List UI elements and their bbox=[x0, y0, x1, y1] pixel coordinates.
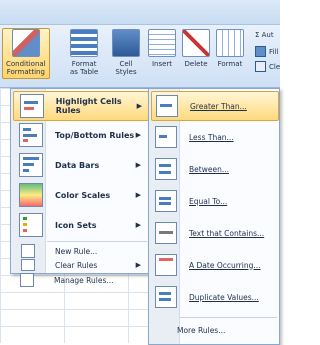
icon-sets-icon bbox=[19, 213, 43, 237]
between-icon bbox=[155, 158, 177, 180]
delete-label: Delete bbox=[184, 60, 208, 68]
conditional-formatting-icon bbox=[11, 29, 40, 57]
menu-item-color-scales[interactable]: Color Scales ▶ bbox=[13, 181, 147, 209]
top-bottom-icon bbox=[19, 123, 43, 147]
submenu-item-more-rules[interactable]: More Rules... bbox=[151, 319, 277, 341]
autosum-label: Σ Aut bbox=[255, 31, 274, 39]
submenu-arrow-icon: ▶ bbox=[135, 261, 141, 269]
data-bars-icon bbox=[19, 153, 43, 177]
menu-item-label: Top/Bottom Rules bbox=[55, 130, 135, 140]
title-bar bbox=[0, 0, 280, 25]
menu-item-clear-rules[interactable]: Clear Rules ▶ bbox=[13, 259, 147, 271]
cell-styles-button[interactable]: Cell Styles bbox=[112, 29, 140, 76]
submenu-item-text-contains[interactable]: Text that Contains... bbox=[151, 219, 277, 247]
submenu-item-equal-to[interactable]: Equal To... bbox=[151, 187, 277, 215]
format-icon bbox=[216, 29, 244, 57]
clear-rules-icon bbox=[21, 259, 35, 271]
clear-icon bbox=[255, 61, 266, 72]
conditional-formatting-button[interactable]: Conditional Formatting bbox=[2, 28, 50, 79]
menu-item-label: Clear Rules bbox=[55, 260, 98, 270]
highlight-cells-icon bbox=[20, 94, 44, 118]
insert-icon bbox=[148, 29, 176, 57]
text-contains-icon bbox=[155, 222, 177, 244]
ribbon: Conditional Formatting Format as Table C… bbox=[0, 25, 280, 88]
format-as-table-label: Format as Table bbox=[70, 60, 99, 76]
submenu-arrow-icon: ▶ bbox=[135, 131, 141, 139]
insert-label: Insert bbox=[151, 60, 173, 68]
menu-item-label: Highlight Cells Rules bbox=[55, 97, 122, 115]
submenu-item-label: Equal To... bbox=[189, 196, 228, 206]
greater-than-icon bbox=[156, 95, 178, 117]
submenu-item-date-occurring[interactable]: A Date Occurring... bbox=[151, 251, 277, 279]
submenu-arrow-icon: ▶ bbox=[135, 221, 141, 229]
submenu-separator bbox=[179, 317, 277, 318]
manage-rules-icon bbox=[20, 273, 34, 287]
autosum-button[interactable]: Σ Aut bbox=[255, 31, 274, 39]
equal-to-icon bbox=[155, 190, 177, 212]
submenu-item-between[interactable]: Between... bbox=[151, 155, 277, 183]
submenu-item-label: Between... bbox=[189, 164, 229, 174]
menu-separator bbox=[47, 241, 147, 242]
submenu-item-greater-than[interactable]: Greater Than... bbox=[151, 91, 279, 121]
submenu-item-duplicate-values[interactable]: Duplicate Values... bbox=[151, 283, 277, 311]
cell-styles-icon bbox=[112, 29, 140, 57]
delete-button[interactable]: Delete bbox=[182, 29, 210, 68]
delete-icon bbox=[182, 29, 210, 57]
submenu-arrow-icon: ▶ bbox=[135, 161, 141, 169]
menu-item-top-bottom-rules[interactable]: Top/Bottom Rules ▶ bbox=[13, 121, 147, 149]
menu-item-label: Manage Rules... bbox=[54, 275, 114, 285]
menu-item-label: Color Scales bbox=[55, 190, 111, 200]
menu-item-label: Data Bars bbox=[55, 160, 100, 170]
fill-button[interactable]: Fill bbox=[255, 46, 278, 57]
menu-item-highlight-cells-rules[interactable]: Highlight Cells Rules ▶ bbox=[13, 91, 149, 121]
fill-icon bbox=[255, 46, 266, 57]
menu-item-new-rule[interactable]: New Rule... bbox=[13, 243, 147, 259]
conditional-formatting-label: Conditional Formatting bbox=[6, 60, 46, 76]
menu-item-label: Icon Sets bbox=[55, 220, 97, 230]
less-than-icon bbox=[155, 126, 177, 148]
format-as-table-button[interactable]: Format as Table bbox=[70, 29, 98, 76]
format-as-table-icon bbox=[70, 29, 99, 57]
fill-label: Fill bbox=[269, 47, 279, 56]
submenu-item-label: A Date Occurring... bbox=[189, 260, 261, 270]
submenu-item-label: More Rules... bbox=[177, 325, 226, 335]
insert-button[interactable]: Insert bbox=[148, 29, 176, 68]
submenu-item-label: Duplicate Values... bbox=[189, 292, 259, 302]
clear-button[interactable]: Cle bbox=[255, 61, 280, 72]
submenu-item-label: Text that Contains... bbox=[189, 228, 265, 238]
cell-styles-label: Cell Styles bbox=[115, 60, 137, 76]
format-label: Format bbox=[217, 60, 243, 68]
format-button[interactable]: Format bbox=[216, 29, 244, 68]
new-rule-icon bbox=[21, 244, 35, 258]
color-scales-icon bbox=[19, 183, 43, 207]
menu-item-data-bars[interactable]: Data Bars ▶ bbox=[13, 151, 147, 179]
submenu-arrow-icon: ▶ bbox=[135, 191, 141, 199]
conditional-formatting-menu: Highlight Cells Rules ▶ Top/Bottom Rules… bbox=[10, 88, 150, 274]
submenu-item-label: Less Than... bbox=[189, 132, 234, 142]
menu-item-icon-sets[interactable]: Icon Sets ▶ bbox=[13, 211, 147, 239]
submenu-item-label: Greater Than... bbox=[190, 101, 247, 111]
menu-item-label: New Rule... bbox=[55, 246, 98, 256]
highlight-cells-submenu: Greater Than... Less Than... Between... … bbox=[148, 88, 280, 345]
menu-item-manage-rules[interactable]: Manage Rules... bbox=[12, 272, 146, 288]
duplicate-values-icon bbox=[155, 286, 177, 308]
date-occurring-icon bbox=[155, 254, 177, 276]
submenu-item-less-than[interactable]: Less Than... bbox=[151, 123, 277, 151]
submenu-arrow-icon: ▶ bbox=[136, 102, 142, 110]
clear-label: Cle bbox=[269, 62, 281, 71]
